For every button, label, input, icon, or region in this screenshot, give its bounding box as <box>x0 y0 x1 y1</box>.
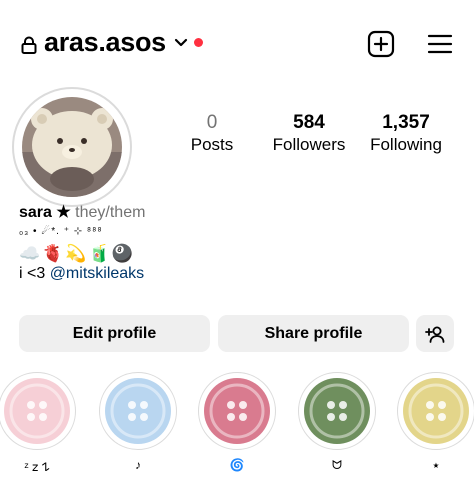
mention-link[interactable]: @mitskileaks <box>50 265 144 282</box>
edit-profile-button[interactable]: Edit profile <box>19 315 210 352</box>
button-image <box>105 378 171 444</box>
discover-people-button[interactable] <box>416 315 454 352</box>
highlight-cover[interactable] <box>99 372 177 450</box>
add-person-icon <box>425 326 445 343</box>
pronouns: they/them <box>75 204 146 221</box>
highlight-cover[interactable] <box>298 372 376 450</box>
highlight-cover[interactable] <box>198 372 276 450</box>
display-name-row: sara ★ they/them <box>19 202 145 222</box>
bio-text: i <3 <box>19 265 50 282</box>
button-image <box>403 378 469 444</box>
following-label: Following <box>370 135 442 154</box>
button-image <box>4 378 70 444</box>
following-stat[interactable]: 1,357 Following <box>366 112 446 156</box>
chevron-down-icon[interactable] <box>174 38 188 48</box>
story-highlight[interactable]: ᗢ <box>298 372 376 472</box>
highlight-cover[interactable] <box>397 372 474 450</box>
highlight-label: 🌀 <box>229 458 245 472</box>
highlight-cover[interactable] <box>0 372 76 450</box>
highlight-label: ⭑ <box>432 458 440 472</box>
display-name: sara ★ <box>19 204 71 221</box>
profile-header: aras.asos <box>0 0 474 88</box>
story-highlight[interactable]: ♪ <box>99 372 177 472</box>
followers-count: 584 <box>293 112 325 133</box>
posts-stat: 0 Posts <box>182 112 242 156</box>
button-image <box>304 378 370 444</box>
avatar <box>22 97 122 197</box>
story-highlight[interactable]: ⭑ <box>397 372 474 472</box>
menu-icon[interactable] <box>427 32 453 56</box>
posts-label: Posts <box>190 135 234 154</box>
story-highlight[interactable]: ᶻ 𝗓 𐰁 <box>0 372 76 474</box>
highlight-label: ᗢ <box>332 458 342 472</box>
username[interactable]: aras.asos <box>44 27 166 58</box>
followers-stat[interactable]: 584 Followers <box>268 112 350 156</box>
posts-count: 0 <box>206 112 218 133</box>
bio-line-2: ☁️🫀💫🧃🎱 <box>19 244 135 263</box>
story-highlight[interactable]: 🌀 <box>198 372 276 472</box>
highlight-label: ᶻ 𝗓 𐰁 <box>24 460 50 474</box>
avatar-ring[interactable] <box>12 87 132 207</box>
highlight-label: ♪ <box>135 458 141 472</box>
bio-line-3: i <3 @mitskileaks <box>19 265 144 283</box>
new-post-icon[interactable] <box>367 30 395 58</box>
followers-label: Followers <box>272 135 346 154</box>
notification-dot <box>194 38 203 47</box>
bio-line-1: ₀₃ • ☄*. ⁺ ⊹ ⁸⁸⁸ <box>19 226 103 237</box>
share-profile-button[interactable]: Share profile <box>218 315 409 352</box>
lock-icon <box>21 36 37 54</box>
following-count: 1,357 <box>382 112 430 133</box>
button-image <box>204 378 270 444</box>
